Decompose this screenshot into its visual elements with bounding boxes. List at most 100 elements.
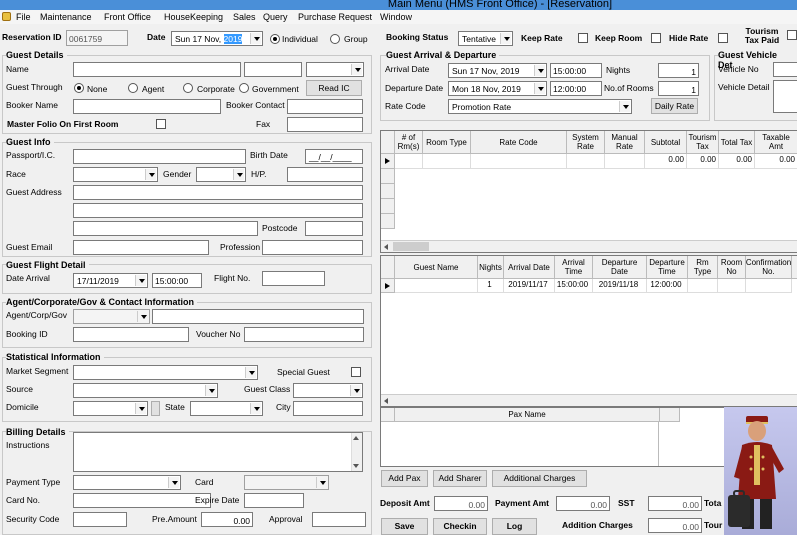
booker-contact-input[interactable]: [287, 99, 363, 114]
fax-input[interactable]: [287, 117, 363, 132]
read-ic-button[interactable]: Read IC: [306, 80, 362, 96]
sst-input[interactable]: 0.00: [648, 496, 702, 511]
card-no-input[interactable]: [73, 493, 211, 508]
approval-input[interactable]: [312, 512, 366, 527]
rate-grid[interactable]: # of Rm(s) Room Type Rate Code System Ra…: [380, 130, 797, 253]
postcode-input[interactable]: [305, 221, 363, 236]
rate-col-rate-code[interactable]: Rate Code: [471, 131, 567, 154]
booking-id-input[interactable]: [73, 327, 189, 342]
table-cell[interactable]: 15:00:00: [555, 279, 593, 293]
table-cell[interactable]: 0.00: [719, 154, 755, 169]
row-selector[interactable]: [381, 154, 395, 169]
security-code-input[interactable]: [73, 512, 127, 527]
app-icon[interactable]: [2, 12, 11, 21]
flight-no-input[interactable]: [262, 271, 325, 286]
additional-charges-button[interactable]: Additional Charges: [492, 470, 587, 487]
table-cell[interactable]: [567, 154, 605, 169]
gender-select[interactable]: [196, 167, 246, 182]
table-cell[interactable]: 2019/11/18: [593, 279, 647, 293]
domicile-select[interactable]: [73, 401, 148, 416]
addition-charges-input[interactable]: 0.00: [648, 518, 702, 533]
keep-room-checkbox[interactable]: [651, 33, 661, 43]
corporate-radio[interactable]: [183, 83, 193, 93]
guest-col-room-no[interactable]: Room No: [718, 256, 746, 279]
pax-col-name[interactable]: Pax Name: [395, 408, 660, 422]
horizontal-scrollbar[interactable]: [381, 240, 797, 252]
menu-file[interactable]: File: [16, 11, 31, 23]
table-cell[interactable]: 12:00:00: [647, 279, 688, 293]
address-line-1[interactable]: [73, 185, 363, 200]
guest-col-arrival-time[interactable]: Arrival Time: [555, 256, 593, 279]
address-line-2[interactable]: [73, 203, 363, 218]
scroll-left-icon[interactable]: [384, 244, 388, 250]
hide-rate-checkbox[interactable]: [718, 33, 728, 43]
scroll-left-icon[interactable]: [384, 398, 388, 404]
tourism-tax-paid-checkbox[interactable]: [787, 30, 797, 40]
flight-time-input[interactable]: 15:00:00: [152, 273, 202, 288]
booker-name-input[interactable]: [73, 99, 221, 114]
checkin-button[interactable]: Checkin: [433, 518, 487, 535]
table-cell[interactable]: 0.00: [687, 154, 719, 169]
agent-name-input[interactable]: [152, 309, 364, 324]
individual-radio[interactable]: [270, 34, 280, 44]
voucher-no-input[interactable]: [244, 327, 364, 342]
add-sharer-button[interactable]: Add Sharer: [433, 470, 487, 487]
agent-radio[interactable]: [128, 83, 138, 93]
pax-grid[interactable]: Pax Name: [380, 407, 725, 467]
guest-col-name[interactable]: Guest Name: [395, 256, 478, 279]
booking-status-select[interactable]: Tentative: [458, 31, 513, 46]
pre-amount-input[interactable]: 0.00: [201, 512, 253, 527]
table-cell[interactable]: [395, 279, 478, 293]
daily-rate-button[interactable]: Daily Rate: [651, 98, 698, 114]
agent-select[interactable]: [73, 309, 150, 324]
rate-code-select[interactable]: Promotion Rate: [448, 99, 632, 114]
rate-col-subtotal[interactable]: Subtotal: [645, 131, 687, 154]
master-folio-checkbox[interactable]: [156, 119, 166, 129]
menu-purchase-request[interactable]: Purchase Request: [298, 11, 372, 23]
source-select[interactable]: [73, 383, 218, 398]
deposit-amt-input[interactable]: 0.00: [434, 496, 488, 511]
birth-date-input[interactable]: __/__/____: [305, 149, 363, 164]
scroll-down-icon[interactable]: [353, 464, 359, 468]
guest-name-input-2[interactable]: [244, 62, 302, 77]
log-button[interactable]: Log: [492, 518, 537, 535]
card-select[interactable]: [244, 475, 329, 490]
government-radio[interactable]: [239, 83, 249, 93]
add-pax-button[interactable]: Add Pax: [381, 470, 428, 487]
passport-input[interactable]: [73, 149, 246, 164]
group-radio[interactable]: [330, 34, 340, 44]
guest-col-departure-time[interactable]: Departure Time: [647, 256, 688, 279]
keep-rate-checkbox[interactable]: [578, 33, 588, 43]
city-input[interactable]: [293, 401, 363, 416]
rate-col-taxable-amt[interactable]: Taxable Amt: [755, 131, 797, 154]
special-guest-checkbox[interactable]: [351, 367, 361, 377]
table-cell[interactable]: 0.00: [755, 154, 797, 169]
race-select[interactable]: [73, 167, 158, 182]
rooms-input[interactable]: 1: [658, 81, 699, 96]
menu-front-office[interactable]: Front Office: [104, 11, 151, 23]
guest-col-rm-type[interactable]: Rm Type: [688, 256, 718, 279]
guest-grid[interactable]: Guest Name Nights Arrival Date Arrival T…: [380, 255, 797, 407]
arrival-date-picker[interactable]: Sun 17 Nov, 2019: [448, 63, 547, 78]
table-cell[interactable]: 1: [478, 279, 504, 293]
scroll-thumb[interactable]: [393, 242, 429, 251]
title-select[interactable]: [306, 62, 364, 77]
email-input[interactable]: [73, 240, 209, 255]
none-radio[interactable]: [74, 83, 84, 93]
profession-input[interactable]: [262, 240, 363, 255]
guest-col-arrival-date[interactable]: Arrival Date: [504, 256, 555, 279]
scroll-up-icon[interactable]: [353, 436, 359, 440]
rate-col-room-type[interactable]: Room Type: [423, 131, 471, 154]
menu-maintenance[interactable]: Maintenance: [40, 11, 92, 23]
domicile-lookup-button[interactable]: [151, 401, 160, 416]
table-cell[interactable]: [423, 154, 471, 169]
arrival-time-input[interactable]: 15:00:00: [550, 63, 602, 78]
table-cell[interactable]: [471, 154, 567, 169]
table-cell[interactable]: [605, 154, 645, 169]
guest-col-departure-date[interactable]: Departure Date: [593, 256, 647, 279]
guest-col-confirmation[interactable]: Confirmation No.: [746, 256, 792, 279]
table-cell[interactable]: 0.00: [645, 154, 687, 169]
rate-col-manual-rate[interactable]: Manual Rate: [605, 131, 645, 154]
hp-input[interactable]: [287, 167, 363, 182]
payment-amt-input[interactable]: 0.00: [556, 496, 610, 511]
